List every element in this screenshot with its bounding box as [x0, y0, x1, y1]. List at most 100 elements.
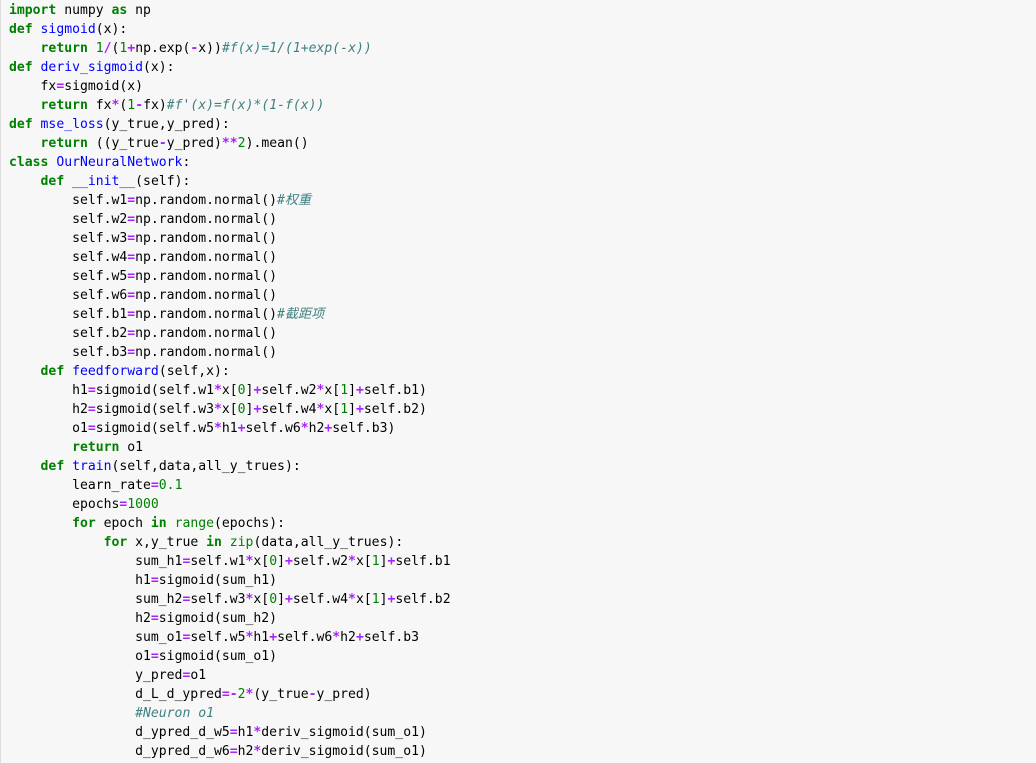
code-editor[interactable]: import numpy as np def sigmoid(x): return… [9, 1, 451, 763]
operator-token: = [127, 231, 136, 246]
code-line: epochs=1000 [9, 495, 451, 514]
code-text-token: (epochs): [214, 516, 285, 531]
builtin-token: range [174, 516, 215, 531]
code-text-token: ] [379, 554, 388, 569]
operator-token: = [127, 345, 136, 360]
code-line: #Neuron o1 [9, 704, 451, 723]
code-line: o1=sigmoid(sum_o1) [9, 647, 451, 666]
code-text-token: np.random.normal() [135, 288, 278, 303]
operator-token: + [284, 592, 293, 607]
code-text-token: ] [348, 383, 356, 398]
code-text-token: (x): [143, 60, 175, 75]
code-line: learn_rate=0.1 [9, 476, 451, 495]
code-line: self.w4=np.random.normal() [9, 248, 451, 267]
code-text-token: x[ [221, 383, 238, 398]
code-text-token: x[ [253, 554, 270, 569]
code-text-token: sigmoid(sum_h1) [158, 573, 278, 588]
code-text-token: np.random.normal() [135, 269, 278, 284]
code-text-token: np.random.normal() [135, 193, 278, 208]
code-text-token: self.w6 [245, 421, 301, 436]
code-text-token: np.random.normal() [135, 307, 278, 322]
code-text-token: sum_o1 [9, 630, 183, 645]
code-line: sum_h1=self.w1*x[0]+self.w2*x[1]+self.b1 [9, 552, 450, 571]
code-text-token: self.w2 [261, 383, 317, 398]
comment-token: #截距项 [277, 307, 325, 322]
code-text-token: self.w6 [9, 288, 128, 303]
code-text-token: numpy [56, 3, 112, 18]
code-text-token: h2 [237, 744, 254, 759]
code-text-token: self.b3) [332, 421, 396, 436]
operator-token: =- [221, 687, 238, 702]
code-line: for epoch in range(epochs): [9, 514, 451, 533]
operator-token: = [87, 383, 96, 398]
code-line: d_ypred_d_w5=h1*deriv_sigmoid(sum_o1) [9, 723, 451, 742]
keyword-token: def [9, 22, 33, 37]
code-text-token: sigmoid(sum_h2) [158, 611, 278, 626]
number-token: 0 [237, 383, 246, 398]
code-cell[interactable]: import numpy as np def sigmoid(x): return… [0, 0, 1036, 763]
code-line: import numpy as np [9, 1, 451, 20]
code-text-token: sum_h2 [9, 592, 183, 607]
code-line: def __init__(self): [9, 172, 451, 191]
code-text-token: fx [9, 79, 57, 94]
code-text-token: sigmoid(sum_o1) [158, 649, 278, 664]
operator-token: = [150, 573, 159, 588]
operator-token: = [229, 744, 238, 759]
code-text-token: d_ypred_d_w6 [9, 744, 230, 759]
operator-token: = [150, 611, 159, 626]
number-token: 1 [371, 592, 380, 607]
operator-token: = [127, 250, 136, 265]
code-text-token: np.random.normal() [135, 345, 278, 360]
code-line: def sigmoid(x): [9, 20, 451, 39]
code-text-token: o1 [190, 668, 207, 683]
code-text-token: h1 [221, 421, 238, 436]
code-line: h1=sigmoid(self.w1*x[0]+self.w2*x[1]+sel… [9, 381, 451, 400]
code-text-token: h2 [9, 402, 88, 417]
code-text-token: y_pred [9, 668, 183, 683]
keyword-token: import [9, 3, 57, 18]
code-text-token: fx [87, 98, 112, 113]
code-line: o1=sigmoid(self.w5*h1+self.w6*h2+self.b3… [9, 419, 451, 438]
code-line: self.w3=np.random.normal() [9, 229, 451, 248]
keyword-token: def [40, 459, 65, 474]
code-line: return 1/(1+np.exp(-x))#f(x)=1/(1+exp(-x… [9, 39, 451, 58]
code-text-token: self.w4 [261, 402, 317, 417]
code-line: def feedforward(self,x): [9, 362, 451, 381]
code-text-token: self.w3 [9, 231, 128, 246]
code-text-token: (self): [135, 174, 191, 189]
operator-token: * [213, 383, 222, 398]
code-text-token: self.w2 [292, 554, 349, 569]
operator-token: * [332, 630, 341, 645]
code-line: for x,y_true in zip(data,all_y_trues): [9, 533, 451, 552]
number-token: 0 [269, 592, 278, 607]
keyword-token: for [103, 535, 128, 550]
code-line: self.w2=np.random.normal() [9, 210, 451, 229]
code-text-token: (y_true [253, 687, 309, 702]
code-line: def train(self,data,all_y_trues): [9, 457, 451, 476]
code-line: class OurNeuralNetwork: [9, 153, 451, 172]
code-text-token: x[ [221, 402, 238, 417]
operator-token: = [150, 649, 159, 664]
code-text-token: self.w4 [9, 250, 128, 265]
code-text-token: ] [348, 402, 356, 417]
code-text-token: self.w1 [190, 554, 246, 569]
code-text-token: (y_true,y_pred): [103, 117, 230, 132]
code-text-token: self.w5 [190, 630, 246, 645]
code-text-token: epochs [9, 497, 120, 512]
keyword-token: def [9, 117, 33, 132]
code-text-token: self.w6 [277, 630, 333, 645]
comment-token: #权重 [277, 193, 312, 208]
code-line: self.b2=np.random.normal() [9, 324, 451, 343]
code-line: def deriv_sigmoid(x): [9, 58, 451, 77]
comment-token: #f(x)=1/(1+exp(-x)) [221, 41, 372, 56]
code-text-token: sigmoid(x) [64, 79, 144, 94]
